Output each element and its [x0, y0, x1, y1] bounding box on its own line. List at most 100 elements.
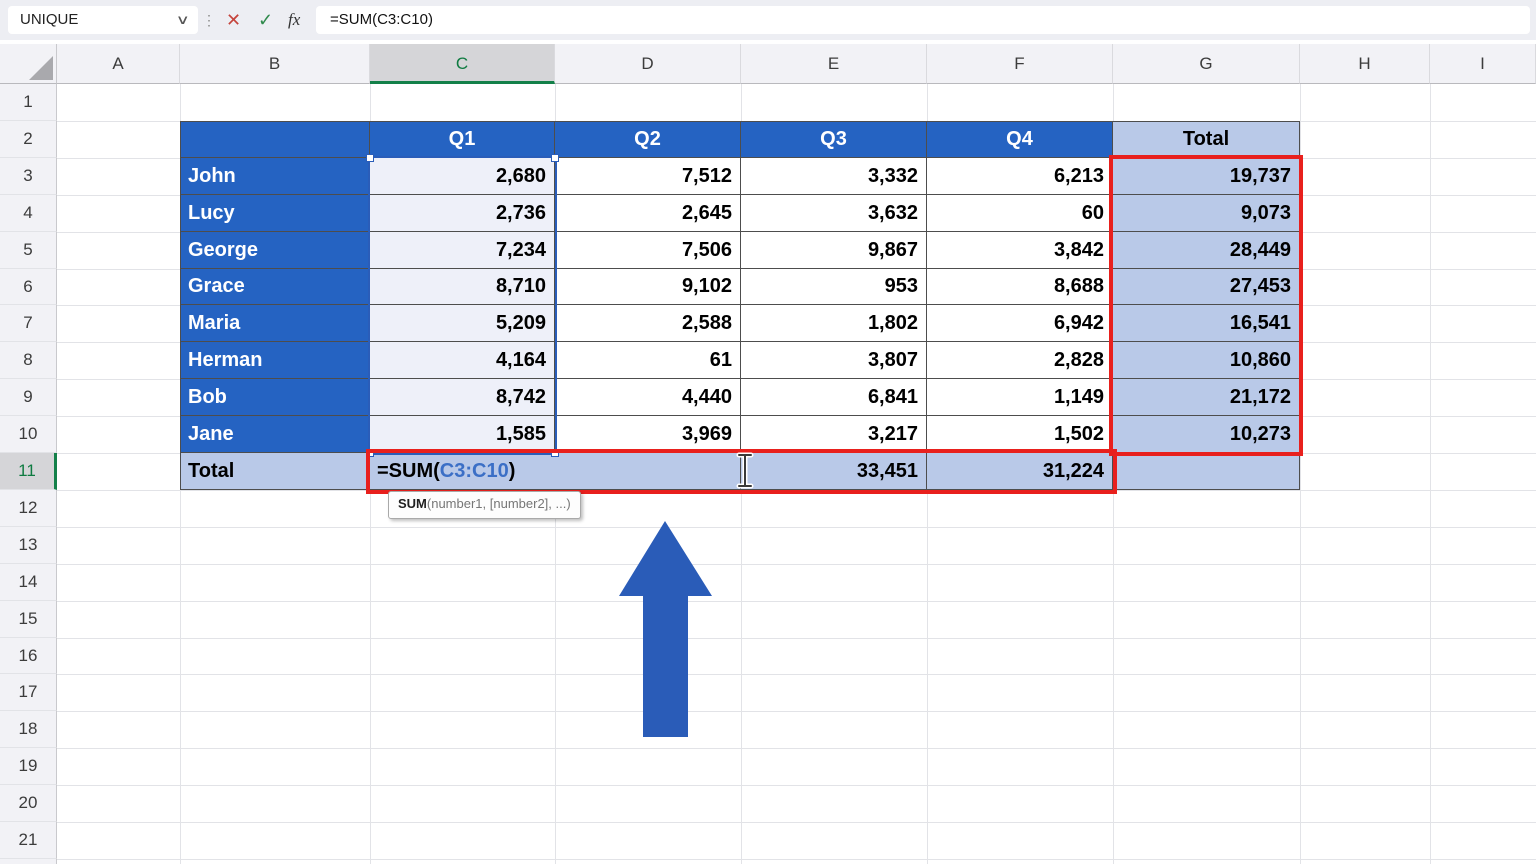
cell-B10[interactable]: Jane — [180, 416, 370, 453]
formula-bar-input[interactable]: =SUM(C3:C10) — [316, 6, 1530, 34]
cell-E6[interactable]: 953 — [741, 269, 927, 305]
enter-icon[interactable]: ✓ — [258, 8, 273, 32]
column-header-G[interactable]: G — [1113, 44, 1300, 84]
cell-D5[interactable]: 7,506 — [555, 232, 741, 269]
cell-F7[interactable]: 6,942 — [927, 305, 1113, 342]
gridline-horizontal — [57, 822, 1536, 823]
formula-bar-row: UNIQUE ∨ ⋮ ✕ ✓ fx =SUM(C3:C10) — [0, 0, 1536, 40]
cell-D9[interactable]: 4,440 — [555, 379, 741, 416]
cell-C2[interactable]: Q1 — [370, 121, 555, 158]
active-cell-formula[interactable]: =SUM(C3:C10) — [377, 453, 515, 490]
tooltip-function-name: SUM — [398, 496, 427, 511]
cell-E7[interactable]: 1,802 — [741, 305, 927, 342]
row-header-2[interactable]: 2 — [0, 121, 57, 158]
up-arrow-annotation — [610, 515, 720, 745]
cell-E9[interactable]: 6,841 — [741, 379, 927, 416]
cell-D6[interactable]: 9,102 — [555, 269, 741, 305]
cell-B6[interactable]: Grace — [180, 269, 370, 305]
cell-B5[interactable]: George — [180, 232, 370, 269]
row-header-4[interactable]: 4 — [0, 195, 57, 232]
row-header-10[interactable]: 10 — [0, 416, 57, 453]
column-header-H[interactable]: H — [1300, 44, 1430, 84]
select-all-corner[interactable] — [0, 44, 57, 84]
row-header-1[interactable]: 1 — [0, 84, 57, 121]
cell-D8[interactable]: 61 — [555, 342, 741, 379]
cell-E3[interactable]: 3,332 — [741, 158, 927, 195]
row-header-18[interactable]: 18 — [0, 711, 57, 748]
row-header-17[interactable]: 17 — [0, 674, 57, 711]
tooltip-args: (number1, [number2], ...) — [427, 496, 571, 511]
column-header-C[interactable]: C — [370, 44, 555, 84]
function-tooltip: SUM(number1, [number2], ...) — [388, 491, 581, 519]
insert-function-icon[interactable]: fx — [288, 7, 300, 33]
cell-D7[interactable]: 2,588 — [555, 305, 741, 342]
cell-F8[interactable]: 2,828 — [927, 342, 1113, 379]
name-box[interactable]: UNIQUE ∨ — [8, 6, 198, 34]
cell-E4[interactable]: 3,632 — [741, 195, 927, 232]
row-header-3[interactable]: 3 — [0, 158, 57, 195]
cell-F6[interactable]: 8,688 — [927, 269, 1113, 305]
row-header-16[interactable]: 16 — [0, 638, 57, 674]
cancel-icon[interactable]: ✕ — [226, 8, 241, 32]
cell-F9[interactable]: 1,149 — [927, 379, 1113, 416]
cell-F4[interactable]: 60 — [927, 195, 1113, 232]
row-header-8[interactable]: 8 — [0, 342, 57, 379]
row-header-19[interactable]: 19 — [0, 748, 57, 785]
row-header-21[interactable]: 21 — [0, 822, 57, 859]
cell-F10[interactable]: 1,502 — [927, 416, 1113, 453]
cell-E2[interactable]: Q3 — [741, 121, 927, 158]
gridline-horizontal — [57, 638, 1536, 639]
row-header-20[interactable]: 20 — [0, 785, 57, 822]
cell-D10[interactable]: 3,969 — [555, 416, 741, 453]
formula-reference-range-border — [368, 156, 557, 455]
row-header-13[interactable]: 13 — [0, 527, 57, 564]
chevron-down-icon[interactable]: ∨ — [176, 6, 190, 34]
gridline-horizontal — [57, 674, 1536, 675]
gridline-horizontal — [57, 859, 1536, 860]
red-highlight-total-column — [1109, 155, 1303, 456]
row-header-14[interactable]: 14 — [0, 564, 57, 601]
cell-D3[interactable]: 7,512 — [555, 158, 741, 195]
gridline-horizontal — [57, 564, 1536, 565]
spreadsheet-window: UNIQUE ∨ ⋮ ✕ ✓ fx =SUM(C3:C10) =SUM(C3:C… — [0, 0, 1536, 864]
gridline-horizontal — [57, 527, 1536, 528]
column-header-B[interactable]: B — [180, 44, 370, 84]
cell-E5[interactable]: 9,867 — [741, 232, 927, 269]
cell-F3[interactable]: 6,213 — [927, 158, 1113, 195]
row-header-9[interactable]: 9 — [0, 379, 57, 416]
cell-E8[interactable]: 3,807 — [741, 342, 927, 379]
column-header-F[interactable]: F — [927, 44, 1113, 84]
cell-B2[interactable] — [180, 121, 370, 158]
cell-B3[interactable]: John — [180, 158, 370, 195]
row-header-7[interactable]: 7 — [0, 305, 57, 342]
cell-D4[interactable]: 2,645 — [555, 195, 741, 232]
cell-G11[interactable] — [1113, 453, 1300, 490]
row-header-12[interactable]: 12 — [0, 490, 57, 527]
cell-B11[interactable]: Total — [180, 453, 370, 490]
row-header-11[interactable]: 11 — [0, 453, 57, 490]
cell-B9[interactable]: Bob — [180, 379, 370, 416]
formula-range-reference: C3:C10 — [440, 460, 509, 482]
column-header-A[interactable]: A — [57, 44, 180, 84]
row-header-5[interactable]: 5 — [0, 232, 57, 269]
column-header-E[interactable]: E — [741, 44, 927, 84]
cell-B4[interactable]: Lucy — [180, 195, 370, 232]
select-all-triangle-icon — [29, 56, 53, 80]
column-header-D[interactable]: D — [555, 44, 741, 84]
cell-G2[interactable]: Total — [1113, 121, 1300, 158]
row-header-15[interactable]: 15 — [0, 601, 57, 638]
range-handle[interactable] — [366, 154, 374, 162]
cell-D2[interactable]: Q2 — [555, 121, 741, 158]
cell-B8[interactable]: Herman — [180, 342, 370, 379]
cell-B7[interactable]: Maria — [180, 305, 370, 342]
cell-F2[interactable]: Q4 — [927, 121, 1113, 158]
formula-post: ) — [509, 460, 516, 482]
cell-E10[interactable]: 3,217 — [741, 416, 927, 453]
range-handle[interactable] — [551, 154, 559, 162]
cell-F5[interactable]: 3,842 — [927, 232, 1113, 269]
gridline-vertical — [1430, 84, 1431, 864]
gridline-horizontal — [57, 601, 1536, 602]
row-header-6[interactable]: 6 — [0, 269, 57, 305]
gridline-horizontal — [57, 711, 1536, 712]
column-header-I[interactable]: I — [1430, 44, 1536, 84]
